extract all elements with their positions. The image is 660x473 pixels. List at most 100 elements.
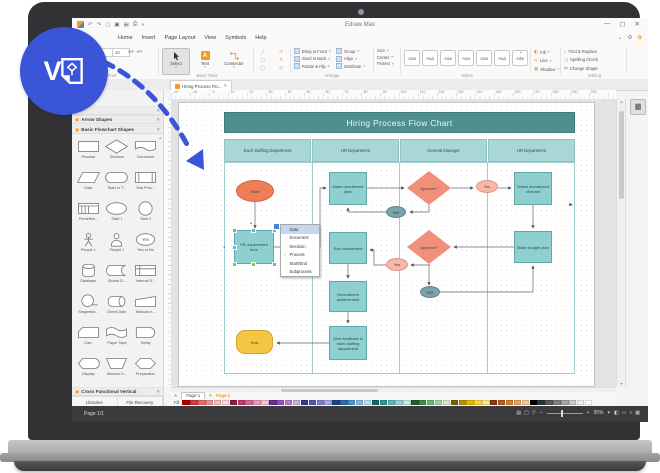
editing-button[interactable]: ❏ Spelling Check — [564, 57, 598, 63]
ribbon-option-icon[interactable]: ⌄ — [618, 35, 623, 41]
color-swatch[interactable] — [521, 399, 530, 406]
basic-flowchart-panel-header[interactable]: ▣ Basic Flowchart Shapes ✕ — [72, 125, 163, 134]
fit-view-icon[interactable]: ⌕ — [629, 410, 632, 416]
color-swatch[interactable] — [363, 399, 372, 406]
fit-view-icon[interactable]: ▦ — [635, 410, 640, 416]
style-preset[interactable]: Aaa — [476, 50, 492, 66]
scrollbar-thumb[interactable] — [618, 111, 624, 199]
close-tab-icon[interactable]: ✕ — [224, 83, 228, 89]
window-control-button[interactable]: ✕ — [635, 20, 640, 28]
color-swatch[interactable] — [355, 399, 364, 406]
color-swatch[interactable] — [324, 399, 332, 406]
color-swatch[interactable] — [206, 399, 214, 406]
color-swatch[interactable] — [529, 399, 537, 406]
flow-node-yes-2[interactable]: Yes — [386, 258, 408, 271]
resize-handle[interactable] — [231, 228, 237, 233]
text-tool-button[interactable]: A Text ▾ — [191, 48, 219, 75]
color-swatch[interactable] — [300, 399, 309, 406]
zoom-slider[interactable] — [546, 409, 583, 417]
window-control-button[interactable]: ▢ — [619, 20, 625, 28]
color-swatch[interactable] — [434, 399, 443, 406]
library-shape[interactable]: Process — [74, 136, 103, 167]
library-shape[interactable]: Card — [74, 322, 103, 353]
flow-node-run-recruitment[interactable]: Run recruitment — [329, 232, 367, 264]
color-swatch[interactable] — [497, 399, 506, 406]
close-panel-icon[interactable]: ✕ — [156, 117, 160, 123]
color-swatch[interactable] — [340, 399, 348, 406]
color-swatch[interactable] — [545, 399, 553, 406]
library-shape[interactable]: Start 2 — [131, 198, 160, 229]
swimlane-header[interactable]: General Manager — [400, 139, 487, 162]
view-mode-icon[interactable]: ▽ — [532, 410, 536, 416]
library-shape[interactable]: Database — [74, 260, 103, 291]
color-swatch[interactable] — [332, 399, 340, 406]
add-page-button[interactable]: + — [209, 393, 212, 399]
flow-node-feedback[interactable]: Give feedback to each staffing departmen… — [329, 326, 367, 360]
color-swatch[interactable] — [426, 399, 435, 406]
flow-node-achievement[interactable]: Recruitment achievement — [329, 281, 367, 312]
editing-button[interactable]: ⇆ Change Shape — [564, 65, 598, 71]
popup-menu-item[interactable]: ✓ Data — [281, 225, 319, 234]
color-swatch[interactable] — [458, 399, 466, 406]
flow-node-no-2[interactable]: NO — [420, 286, 440, 298]
flow-node-start[interactable]: Start — [236, 180, 274, 202]
color-swatch[interactable] — [387, 399, 395, 406]
color-swatch[interactable] — [277, 399, 285, 406]
close-panel-icon[interactable]: ✕ — [156, 127, 160, 133]
color-swatch[interactable] — [513, 399, 522, 406]
zoom-value[interactable]: 95% — [593, 410, 603, 416]
autoconnect-left-arrow[interactable]: ◂ — [223, 245, 225, 249]
style-preset[interactable]: Aaa — [458, 50, 474, 66]
close-panel-icon[interactable]: ✕ — [156, 389, 160, 395]
style-preset[interactable]: Aaa — [440, 50, 456, 66]
arrange-button[interactable]: Bring to Front ▾ — [294, 48, 331, 54]
style-preset[interactable]: Aaa — [494, 50, 510, 66]
chart-title-bar[interactable]: Hiring Process Flow Chart — [224, 112, 575, 133]
menu-tab[interactable]: Symbols — [225, 35, 246, 41]
color-swatch[interactable] — [411, 399, 419, 406]
flow-node-select-channel[interactable]: Select recruitment channel — [514, 172, 552, 205]
resize-handle[interactable] — [250, 228, 256, 233]
drawing-canvas[interactable]: Hiring Process Flow Chart Each Staffing … — [171, 99, 616, 387]
rotate-handle[interactable] — [250, 261, 256, 267]
swimlane-header[interactable]: HR Department — [488, 139, 575, 162]
zoom-out-button[interactable]: – — [540, 410, 543, 416]
library-shape[interactable]: Decision — [103, 136, 132, 167]
color-swatch[interactable] — [537, 399, 545, 406]
arrange-button[interactable]: Send to Back ▾ — [294, 55, 331, 62]
library-shape[interactable]: Start or T... — [103, 167, 132, 198]
arrange-button[interactable]: Align ▾ — [336, 55, 365, 62]
active-page-label[interactable]: Page-1 — [216, 393, 230, 398]
ribbon-option-icon[interactable]: ⚙ — [627, 35, 632, 41]
library-shape[interactable]: People 2 — [103, 229, 132, 260]
view-mode-icon[interactable]: ▢ — [524, 410, 529, 416]
draw-tool-button[interactable]: ◯ — [257, 65, 269, 71]
color-swatch[interactable] — [569, 399, 577, 406]
flow-node-end[interactable]: End — [236, 330, 273, 354]
color-swatch[interactable] — [316, 399, 324, 406]
ribbon-option-icon[interactable]: ✿ — [637, 35, 642, 41]
library-shape[interactable]: Manual In... — [131, 291, 160, 322]
fit-view-icon[interactable]: ◧ — [614, 410, 619, 416]
library-shape[interactable]: Yes Yes or No — [131, 229, 160, 260]
resize-handle[interactable] — [271, 261, 277, 267]
color-swatch[interactable] — [395, 399, 403, 406]
flow-node-fill-form[interactable]: Fill requirement form — [234, 230, 274, 264]
arrange-button[interactable]: Group ▾ — [336, 48, 365, 54]
library-shape[interactable]: Sequentia... — [74, 291, 103, 322]
swimlane-header[interactable]: HR Department — [312, 139, 399, 162]
style-preset[interactable]: Aaa — [422, 50, 438, 66]
color-swatch[interactable] — [442, 399, 451, 406]
color-swatch[interactable] — [221, 399, 230, 406]
draw-tool-button[interactable]: ╱ — [257, 49, 269, 55]
color-swatch[interactable] — [474, 399, 482, 406]
color-swatch[interactable] — [348, 399, 356, 406]
color-swatch[interactable] — [553, 399, 561, 406]
library-shape[interactable]: Data — [74, 167, 103, 198]
format-button[interactable]: ◧ Fill ▾ — [534, 49, 559, 55]
resize-handle[interactable] — [231, 261, 237, 267]
popup-menu-item[interactable]: ✓ Subprocess — [281, 268, 319, 277]
color-swatch[interactable] — [269, 399, 277, 406]
color-swatch[interactable] — [229, 399, 238, 406]
color-swatch[interactable] — [561, 399, 569, 406]
